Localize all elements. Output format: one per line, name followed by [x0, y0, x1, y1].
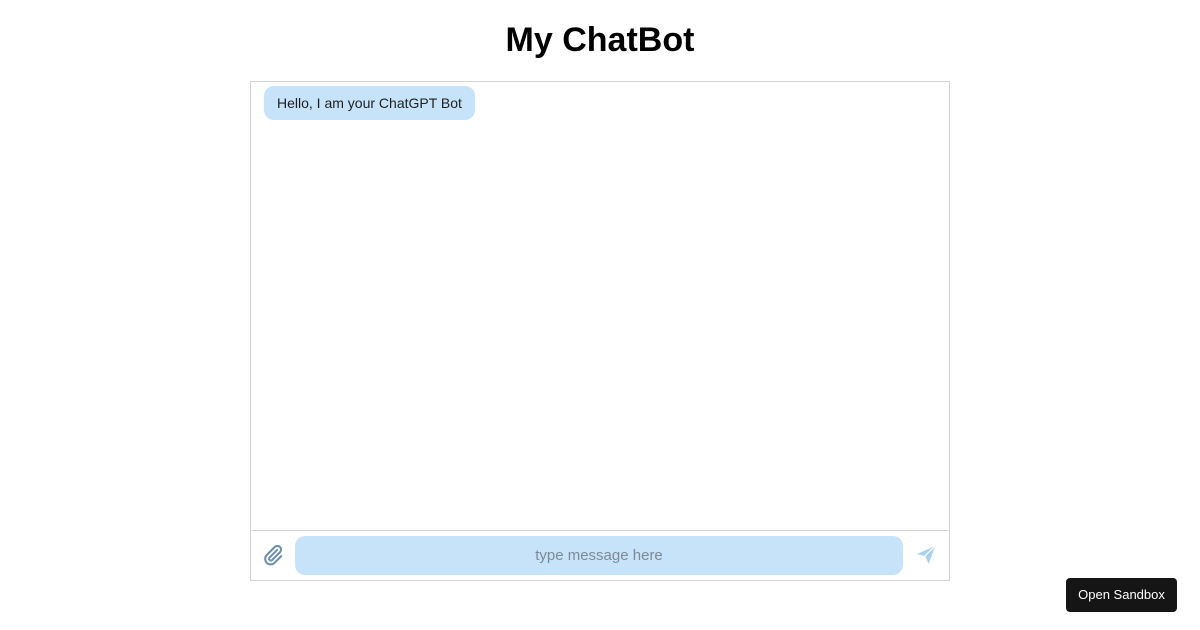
paper-plane-icon: [916, 545, 936, 565]
open-sandbox-button[interactable]: Open Sandbox: [1066, 578, 1177, 612]
message-input[interactable]: [295, 536, 903, 575]
attach-button[interactable]: [262, 544, 284, 566]
page: My ChatBot Hello, I am your ChatGPT Bot …: [0, 0, 1200, 630]
message-input-bar: [251, 530, 949, 580]
send-button[interactable]: [915, 544, 937, 566]
message-list: Hello, I am your ChatGPT Bot: [251, 82, 949, 530]
chat-window: Hello, I am your ChatGPT Bot: [250, 81, 950, 581]
page-title: My ChatBot: [505, 21, 695, 59]
bot-message: Hello, I am your ChatGPT Bot: [264, 86, 475, 120]
paperclip-icon: [264, 544, 283, 566]
